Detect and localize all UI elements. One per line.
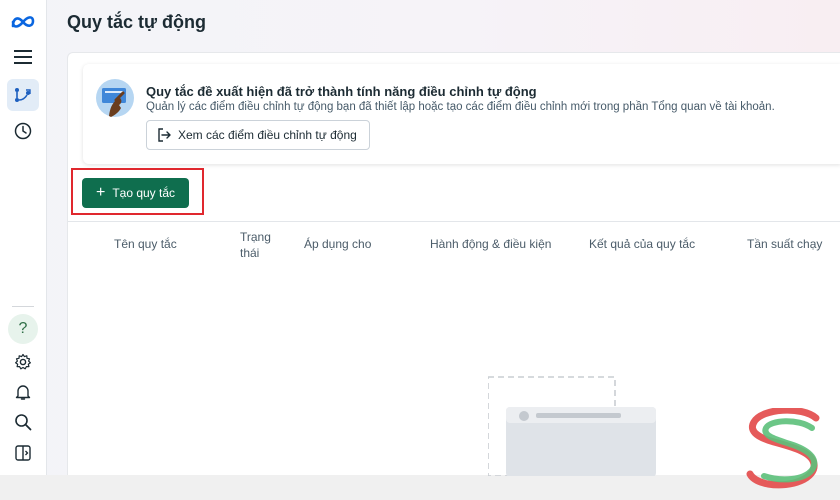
column-header-applies-to[interactable]: Áp dụng cho: [304, 237, 371, 251]
open-external-icon: [158, 128, 171, 142]
plus-icon: +: [95, 183, 106, 201]
meta-logo-icon[interactable]: [7, 6, 39, 38]
left-nav-rail: ?: [0, 0, 47, 475]
notifications-bell-icon[interactable]: [7, 376, 39, 408]
page-title: Quy tắc tự động: [67, 12, 207, 32]
view-automatic-adjustments-label: Xem các điểm điều chỉnh tự động: [178, 128, 357, 142]
help-symbol: ?: [8, 314, 38, 344]
watermark-logo: [742, 406, 828, 492]
rules-table-header: Tên quy tắc Trạng thái Áp dụng cho Hành …: [68, 221, 840, 269]
banner-title: Quy tắc đề xuất hiện đã trở thành tính n…: [146, 84, 537, 99]
empty-state-illustration: [487, 376, 658, 477]
banner-description: Quản lý các điểm điều chỉnh tự động bạn …: [146, 101, 775, 113]
history-clock-icon[interactable]: [7, 115, 39, 147]
automated-rules-icon[interactable]: [7, 79, 39, 111]
info-banner: Quy tắc đề xuất hiện đã trở thành tính n…: [83, 64, 840, 164]
column-header-rule-name[interactable]: Tên quy tắc: [114, 237, 177, 251]
panel-toggle-icon[interactable]: [7, 437, 39, 469]
search-icon[interactable]: [7, 406, 39, 438]
automation-illustration-icon: [95, 78, 135, 118]
column-header-frequency[interactable]: Tần suất chạy: [747, 237, 822, 251]
menu-icon[interactable]: [7, 41, 39, 73]
settings-gear-icon[interactable]: [7, 346, 39, 378]
app-window: ? Quy tắc tự động Quy tắc đề xuất hiện đ…: [0, 0, 840, 489]
create-rule-button[interactable]: + Tạo quy tắc: [82, 178, 189, 208]
create-rule-label: Tạo quy tắc: [112, 186, 176, 200]
column-header-rule-results[interactable]: Kết quả của quy tắc: [589, 237, 695, 251]
rules-panel: Quy tắc đề xuất hiện đã trở thành tính n…: [67, 52, 840, 477]
help-icon[interactable]: ?: [7, 313, 39, 345]
column-header-actions-conditions[interactable]: Hành động & điều kiện: [430, 237, 551, 251]
column-header-status[interactable]: Trạng thái: [240, 229, 272, 261]
rail-divider: [12, 306, 34, 307]
view-automatic-adjustments-button[interactable]: Xem các điểm điều chỉnh tự động: [146, 120, 370, 150]
